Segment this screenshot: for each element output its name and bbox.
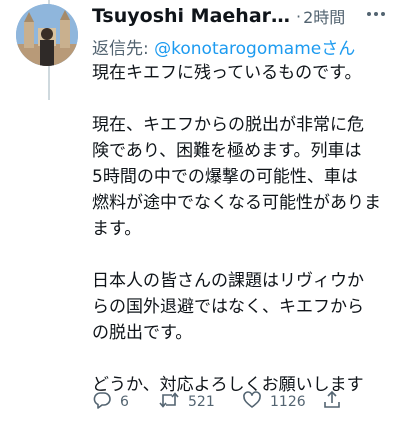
like-button[interactable]: 1126 — [242, 390, 322, 414]
reply-count: 6 — [120, 394, 129, 410]
tweet-line: 現在キエフに残っているものです。 — [92, 63, 362, 83]
tweet-line: らの国外退避ではなく、キエフから — [92, 297, 364, 317]
tweet-paragraph: 日本人の皆さんの課題はリヴィウか らの国外退避ではなく、キエフから の脱出です。 — [92, 268, 392, 346]
tweet-header: Tsuyoshi Maehara /… · 2時間 — [92, 2, 392, 30]
separator-dot: · — [296, 6, 302, 26]
author-name[interactable]: Tsuyoshi Maehara /… — [92, 5, 292, 27]
share-button[interactable] — [322, 390, 352, 414]
timestamp[interactable]: 2時間 — [303, 4, 345, 28]
reply-prefix: 返信先: — [92, 39, 155, 59]
tweet-paragraph: 現在キエフに残っているものです。 — [92, 60, 392, 86]
tweet-line: ます。 — [92, 219, 142, 239]
action-bar: 6 521 1126 — [92, 390, 392, 414]
tweet-line: の脱出です。 — [92, 323, 193, 343]
tweet-line: 5時間の中での爆撃の可能性、車は — [92, 167, 358, 187]
like-count: 1126 — [270, 394, 306, 410]
share-icon — [322, 390, 342, 414]
tweet-line: 険であり、困難を極めます。列車は — [92, 141, 362, 161]
retweet-icon — [158, 390, 180, 414]
retweet-count: 521 — [188, 394, 215, 410]
reply-button[interactable]: 6 — [92, 390, 158, 414]
reply-icon — [92, 390, 112, 414]
tweet-text: 現在キエフに残っているものです。 現在、キエフからの脱出が非常に危 険であり、困… — [92, 60, 392, 398]
reply-context: 返信先: @konotarogomameさん — [92, 34, 355, 59]
heart-icon — [242, 390, 262, 414]
tweet-line: 日本人の皆さんの課題はリヴィウか — [92, 271, 364, 291]
tweet-paragraph: 現在、キエフからの脱出が非常に危 険であり、困難を極めます。列車は 5時間の中で… — [92, 112, 392, 242]
tweet-line: 燃料が途中でなくなる可能性がありま — [92, 193, 381, 213]
reply-mention-link[interactable]: @konotarogomameさん — [154, 39, 355, 59]
retweet-button[interactable]: 521 — [158, 390, 242, 414]
more-options-icon[interactable] — [364, 4, 388, 24]
tweet-line: 現在、キエフからの脱出が非常に危 — [92, 115, 364, 135]
avatar[interactable] — [16, 4, 78, 66]
